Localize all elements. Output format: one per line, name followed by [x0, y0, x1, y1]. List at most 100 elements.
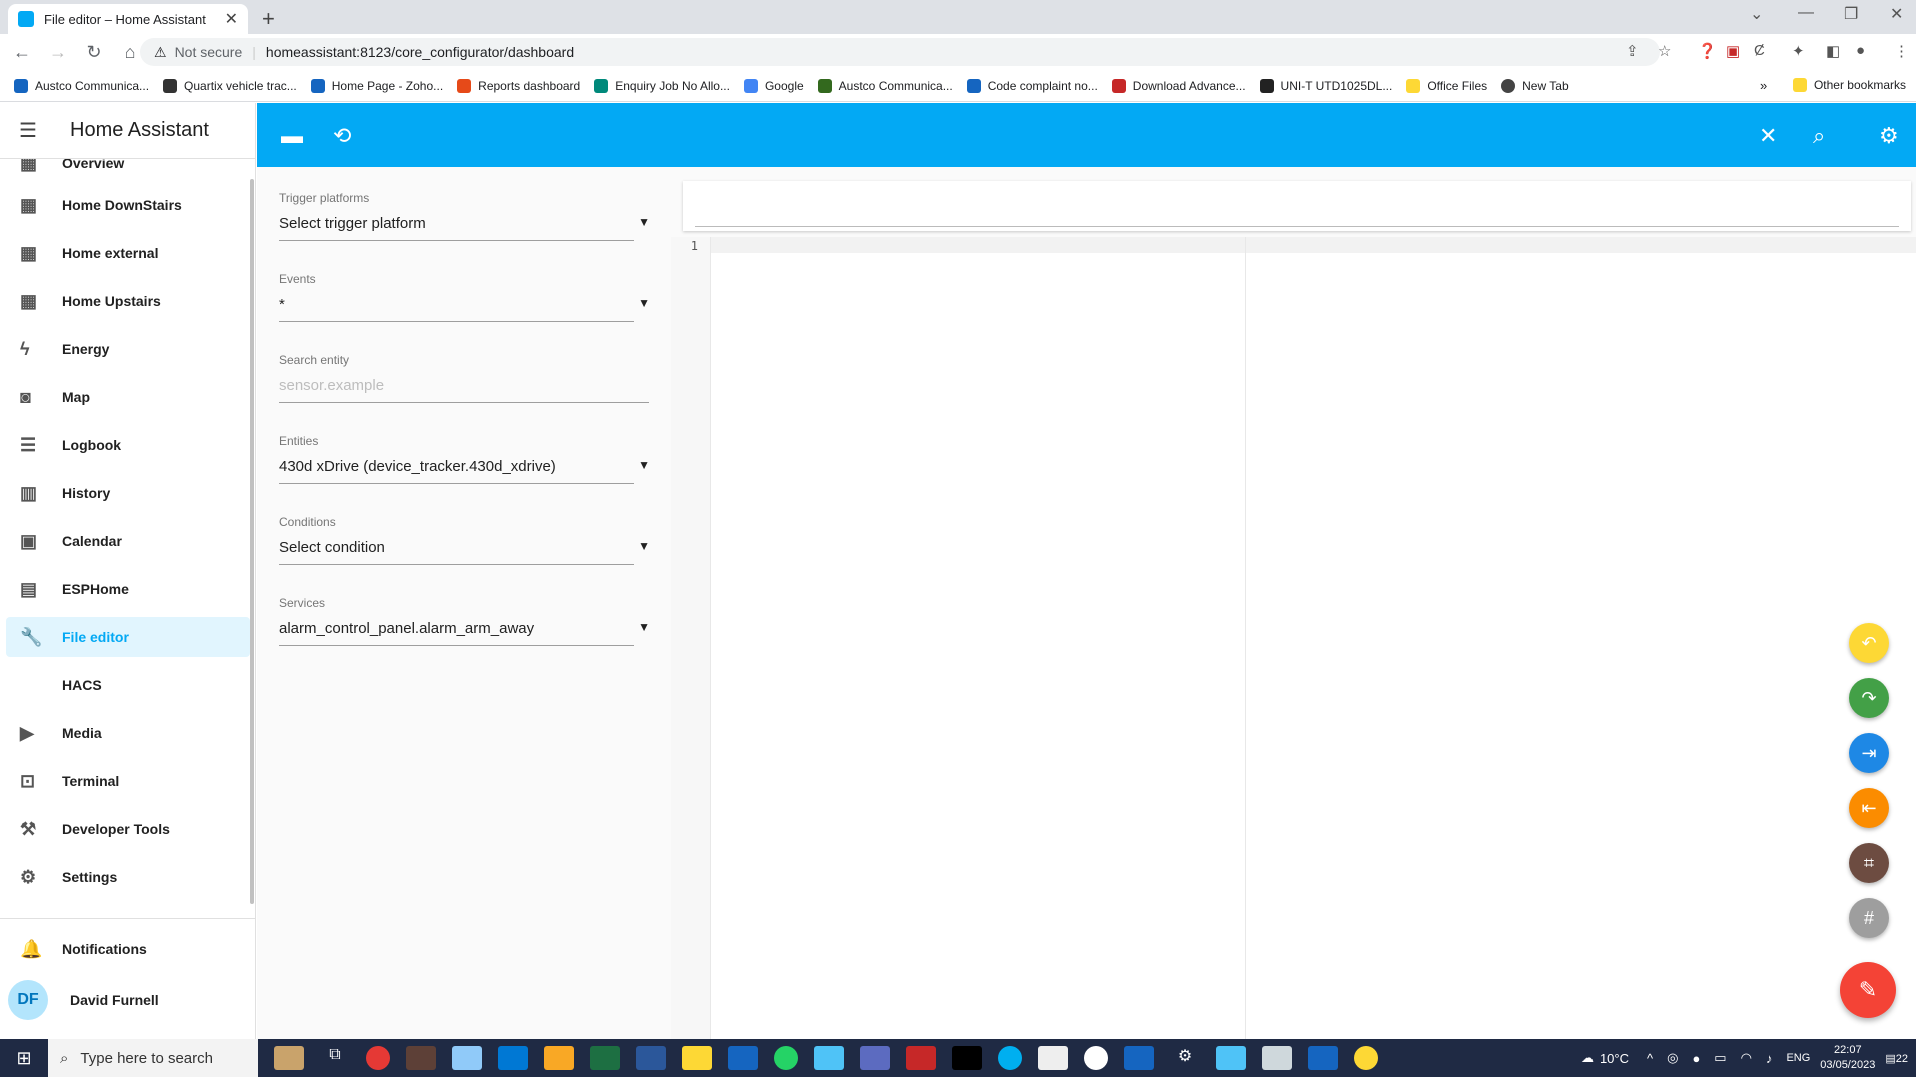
events-select[interactable]: * ▼ — [279, 296, 650, 322]
excel-icon[interactable] — [590, 1046, 620, 1070]
whatsapp-icon[interactable] — [774, 1046, 798, 1070]
taskbar-app-icon[interactable] — [406, 1046, 436, 1070]
taskbar-app-icon[interactable] — [274, 1046, 304, 1070]
sidebar-item-energy[interactable]: ϟ Energy — [6, 329, 250, 369]
folder-icon[interactable]: ▬ — [281, 123, 303, 149]
edit-fab-button[interactable]: ✎ — [1840, 962, 1896, 1018]
notification-center-icon[interactable]: ▤22 — [1885, 1052, 1908, 1065]
7zip-icon[interactable] — [1038, 1046, 1068, 1070]
sidebar-item-home-upstairs[interactable]: ▦ Home Upstairs — [6, 281, 250, 321]
taskbar-app-icon[interactable] — [814, 1046, 844, 1070]
help-extension-icon[interactable]: ❓ — [1698, 42, 1717, 60]
other-bookmarks[interactable]: Other bookmarks — [1792, 78, 1906, 92]
taskbar-app-icon[interactable] — [1308, 1046, 1338, 1070]
bookmark-item[interactable]: Reports dashboard — [457, 78, 580, 93]
teams-icon[interactable] — [860, 1046, 890, 1070]
search-entity-field[interactable]: Search entity sensor.example — [279, 353, 649, 403]
sidebar-item-settings[interactable]: ⚙ Settings — [6, 857, 250, 897]
entities-field[interactable]: Entities 430d xDrive (device_tracker.430… — [279, 434, 650, 484]
tab-search-chevron-icon[interactable]: ⌄ — [1750, 4, 1763, 24]
services-field[interactable]: Services alarm_control_panel.alarm_arm_a… — [279, 596, 650, 646]
bookmark-item[interactable]: Austco Communica... — [14, 78, 149, 93]
bookmark-item[interactable]: Austco Communica... — [817, 78, 953, 93]
star-icon[interactable]: ☆ — [1658, 42, 1671, 60]
bookmark-folder[interactable]: Office Files — [1406, 78, 1487, 93]
taskbar-app-icon[interactable] — [1084, 1046, 1108, 1070]
taskbar-app-icon[interactable] — [1354, 1046, 1378, 1070]
fold-button[interactable]: ⌗ — [1849, 843, 1889, 883]
pdf-extension-icon[interactable]: ▣ — [1726, 42, 1740, 60]
battery-icon[interactable]: ▭ — [1714, 1050, 1726, 1066]
share-icon[interactable]: ⇪ — [1626, 42, 1639, 60]
profile-avatar-icon[interactable]: ● — [1856, 42, 1865, 59]
sidebar-item-overview[interactable]: ▦ Overview — [6, 159, 250, 183]
gear-icon[interactable]: ⚙ — [1879, 123, 1899, 149]
bookmark-item[interactable]: New Tab — [1501, 78, 1569, 93]
windows-start-icon[interactable]: ⊞ — [0, 1048, 48, 1069]
clock[interactable]: 22:07 03/05/2023 — [1820, 1043, 1875, 1073]
code-extension-icon[interactable]: Ȼ — [1754, 42, 1765, 59]
sidebar-item-profile[interactable]: DF David Furnell — [0, 977, 244, 1023]
sidebar-scrollbar[interactable] — [250, 179, 254, 904]
new-tab-icon[interactable]: + — [262, 6, 275, 32]
sidebar-item-hacs[interactable]: HACS — [6, 665, 250, 705]
bookmark-item[interactable]: Download Advance... — [1111, 78, 1246, 93]
indent-button[interactable]: ⇥ — [1849, 733, 1889, 773]
trigger-platforms-select[interactable]: Select trigger platform ▼ — [279, 215, 650, 241]
bookmark-item[interactable]: Google — [743, 78, 804, 93]
history-icon[interactable]: ⟲ — [333, 123, 351, 149]
bookmark-item[interactable]: UNI-T UTD1025DL... — [1259, 78, 1392, 93]
bookmark-item[interactable]: Quartix vehicle trac... — [163, 78, 297, 93]
sidebar-item-developer-tools[interactable]: ⚒ Developer Tools — [6, 809, 250, 849]
sidebar-item-terminal[interactable]: ⊡ Terminal — [6, 761, 250, 801]
sidebar-item-calendar[interactable]: ▣ Calendar — [6, 521, 250, 561]
settings-gear-icon[interactable]: ⚙ — [1170, 1046, 1200, 1070]
taskbar-search[interactable]: ⌕ Type here to search — [48, 1039, 258, 1077]
address-bar[interactable]: ⚠ Not secure | homeassistant:8123/core_c… — [140, 38, 1660, 66]
sidebar-item-logbook[interactable]: ☰ Logbook — [6, 425, 250, 465]
conditions-select[interactable]: Select condition ▼ — [279, 539, 650, 565]
comment-button[interactable]: # — [1849, 898, 1889, 938]
side-panel-icon[interactable]: ◧ — [1826, 42, 1840, 60]
taskbar-app-icon[interactable] — [1124, 1046, 1154, 1070]
close-tab-icon[interactable]: ✕ — [225, 9, 238, 29]
wifi-icon[interactable]: ◠ — [1741, 1050, 1752, 1066]
sidebar-item-history[interactable]: ▥ History — [6, 473, 250, 513]
taskbar-app-icon[interactable] — [1262, 1046, 1292, 1070]
weather-cloud-icon[interactable]: ☁ — [1581, 1050, 1594, 1066]
events-field[interactable]: Events * ▼ — [279, 272, 650, 322]
bookmark-item[interactable]: Code complaint no... — [966, 78, 1098, 93]
sidebar-item-file-editor[interactable]: 🔧 File editor — [6, 617, 250, 657]
volume-icon[interactable]: ♪ — [1766, 1051, 1773, 1066]
conditions-field[interactable]: Conditions Select condition ▼ — [279, 515, 650, 565]
sidebar-item-media[interactable]: ▶ Media — [6, 713, 250, 753]
forward-icon[interactable]: → — [44, 42, 72, 63]
trigger-platforms-field[interactable]: Trigger platforms Select trigger platfor… — [279, 191, 650, 241]
close-icon[interactable]: ✕ — [1759, 123, 1777, 149]
weather-temp[interactable]: 10°C — [1600, 1051, 1629, 1066]
sidebar-item-notifications[interactable]: 🔔 Notifications — [6, 929, 250, 969]
sticky-notes-icon[interactable] — [682, 1046, 712, 1070]
search-icon[interactable]: ⌕ — [1813, 123, 1825, 149]
word-icon[interactable] — [636, 1046, 666, 1070]
terminal-icon[interactable] — [952, 1046, 982, 1070]
close-window-icon[interactable]: ✕ — [1890, 4, 1903, 24]
tray-app-icon[interactable]: ◎ — [1667, 1050, 1678, 1066]
task-view-icon[interactable]: ⧉ — [320, 1046, 350, 1070]
outdent-button[interactable]: ⇤ — [1849, 788, 1889, 828]
back-icon[interactable]: ← — [8, 42, 36, 63]
skype-icon[interactable] — [998, 1046, 1022, 1070]
more-bookmarks-icon[interactable]: » — [1760, 78, 1767, 93]
tray-app-icon[interactable]: ● — [1692, 1051, 1700, 1066]
browser-menu-icon[interactable]: ⋮ — [1894, 42, 1909, 60]
minimize-icon[interactable]: — — [1798, 4, 1814, 22]
language-indicator[interactable]: ENG — [1786, 1052, 1810, 1064]
reload-icon[interactable]: ↻ — [80, 42, 108, 63]
tray-chevron-icon[interactable]: ^ — [1647, 1051, 1653, 1066]
redo-button[interactable]: ↷ — [1849, 678, 1889, 718]
sidebar-item-esphome[interactable]: ▤ ESPHome — [6, 569, 250, 609]
extensions-puzzle-icon[interactable]: ✦ — [1792, 42, 1805, 60]
bookmark-item[interactable]: Enquiry Job No Allo... — [594, 78, 730, 93]
outlook-icon[interactable] — [498, 1046, 528, 1070]
chrome-icon[interactable] — [366, 1046, 390, 1070]
